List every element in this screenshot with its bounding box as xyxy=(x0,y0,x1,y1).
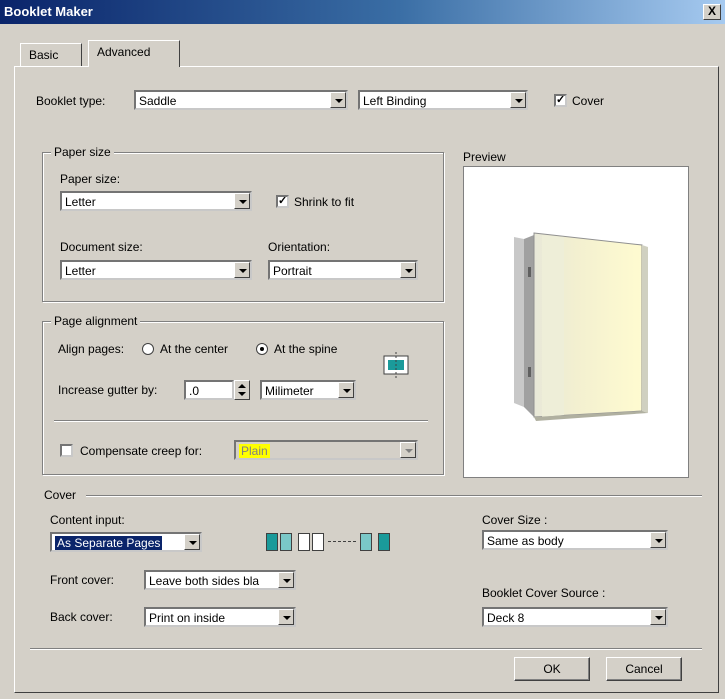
front-cover-icon xyxy=(266,533,278,551)
gutter-spinner[interactable] xyxy=(234,380,250,400)
tab-basic[interactable]: Basic xyxy=(20,43,82,67)
window-title: Booklet Maker xyxy=(4,4,93,19)
inside-back-icon xyxy=(360,533,372,551)
orientation-label: Orientation: xyxy=(268,240,331,254)
creep-value: Plain xyxy=(239,444,270,458)
cover-layout-icons xyxy=(266,532,402,552)
cover-source-select[interactable]: Deck 8 xyxy=(482,607,668,627)
chevron-down-icon[interactable] xyxy=(650,532,666,548)
spinner-up-icon[interactable] xyxy=(238,384,246,388)
cover-divider xyxy=(86,495,702,497)
content-input-label: Content input: xyxy=(50,513,125,527)
front-cover-select[interactable]: Leave both sides bla xyxy=(144,570,296,590)
front-cover-label: Front cover: xyxy=(50,573,115,587)
preview-label: Preview xyxy=(463,150,506,164)
chevron-down-icon[interactable] xyxy=(278,572,294,588)
paper-size-value: Letter xyxy=(65,195,96,209)
align-center-radio[interactable] xyxy=(142,343,154,355)
orientation-value: Portrait xyxy=(273,264,312,278)
back-cover-select[interactable]: Print on inside xyxy=(144,607,296,627)
body-page-icon xyxy=(312,533,324,551)
spinner-down-icon[interactable] xyxy=(238,392,246,396)
booklet-type-select[interactable]: Saddle xyxy=(134,90,348,110)
content-input-select[interactable]: As Separate Pages xyxy=(50,532,202,552)
gutter-input[interactable]: .0 xyxy=(184,380,234,400)
preview-panel xyxy=(463,166,689,478)
booklet-maker-dialog: Booklet Maker X Basic Advanced Booklet t… xyxy=(0,0,725,699)
booklet-type-label: Booklet type: xyxy=(36,94,106,108)
page-alignment-legend: Page alignment xyxy=(51,314,141,328)
chevron-down-icon[interactable] xyxy=(278,609,294,625)
back-cover-icon xyxy=(378,533,390,551)
binding-select[interactable]: Left Binding xyxy=(358,90,528,110)
align-center-label: At the center xyxy=(160,342,229,356)
shrink-to-fit-checkbox[interactable] xyxy=(276,194,289,208)
cover-section-legend: Cover xyxy=(44,488,81,502)
binding-value: Left Binding xyxy=(363,94,427,108)
cover-size-select[interactable]: Same as body xyxy=(482,530,668,550)
cover-checkbox-label: Cover xyxy=(572,94,605,108)
compensate-creep-label: Compensate creep for: xyxy=(80,444,203,458)
creep-select[interactable]: Plain xyxy=(234,440,418,460)
cover-checkbox[interactable] xyxy=(554,93,567,107)
cancel-button[interactable]: Cancel xyxy=(606,657,682,681)
chevron-down-icon[interactable] xyxy=(650,609,666,625)
paper-size-select[interactable]: Letter xyxy=(60,191,252,211)
document-size-select[interactable]: Letter xyxy=(60,260,252,280)
align-spine-label: At the spine xyxy=(274,342,338,356)
document-size-label: Document size: xyxy=(60,240,143,254)
chevron-down-icon[interactable] xyxy=(184,534,200,550)
body-page-icon xyxy=(298,533,310,551)
gutter-icon xyxy=(383,352,409,378)
pages-ellipsis-icon xyxy=(328,541,356,542)
title-bar: Booklet Maker X xyxy=(0,0,725,24)
chevron-down-icon[interactable] xyxy=(234,262,250,278)
gutter-label: Increase gutter by: xyxy=(58,383,158,397)
compensate-creep-checkbox[interactable] xyxy=(60,444,73,457)
align-pages-label: Align pages: xyxy=(58,342,125,356)
inside-front-icon xyxy=(280,533,292,551)
booklet-preview-image xyxy=(514,232,648,421)
unit-value: Milimeter xyxy=(265,384,314,398)
content-input-value: As Separate Pages xyxy=(55,536,163,550)
close-button[interactable]: X xyxy=(703,4,721,20)
chevron-down-icon[interactable] xyxy=(400,442,416,458)
cover-size-label: Cover Size : xyxy=(482,513,548,527)
back-cover-label: Back cover: xyxy=(50,610,113,624)
paper-size-legend: Paper size xyxy=(51,145,114,159)
cover-size-value: Same as body xyxy=(487,534,564,548)
chevron-down-icon[interactable] xyxy=(400,262,416,278)
front-cover-value: Leave both sides bla xyxy=(149,574,260,588)
bottom-divider xyxy=(30,648,702,650)
cover-source-value: Deck 8 xyxy=(487,611,525,625)
tab-advanced[interactable]: Advanced xyxy=(88,40,180,67)
cover-source-label: Booklet Cover Source : xyxy=(482,586,606,600)
shrink-to-fit-label: Shrink to fit xyxy=(294,195,355,209)
chevron-down-icon[interactable] xyxy=(338,382,354,398)
document-size-value: Letter xyxy=(65,264,96,278)
align-spine-radio[interactable] xyxy=(256,343,268,355)
unit-select[interactable]: Milimeter xyxy=(260,380,356,400)
back-cover-value: Print on inside xyxy=(149,611,226,625)
paper-size-label: Paper size: xyxy=(60,172,121,186)
booklet-type-value: Saddle xyxy=(139,94,177,108)
gutter-value: .0 xyxy=(189,384,200,398)
ok-button[interactable]: OK xyxy=(514,657,590,681)
chevron-down-icon[interactable] xyxy=(234,193,250,209)
chevron-down-icon[interactable] xyxy=(330,92,346,108)
divider xyxy=(54,420,428,422)
orientation-select[interactable]: Portrait xyxy=(268,260,418,280)
chevron-down-icon[interactable] xyxy=(510,92,526,108)
